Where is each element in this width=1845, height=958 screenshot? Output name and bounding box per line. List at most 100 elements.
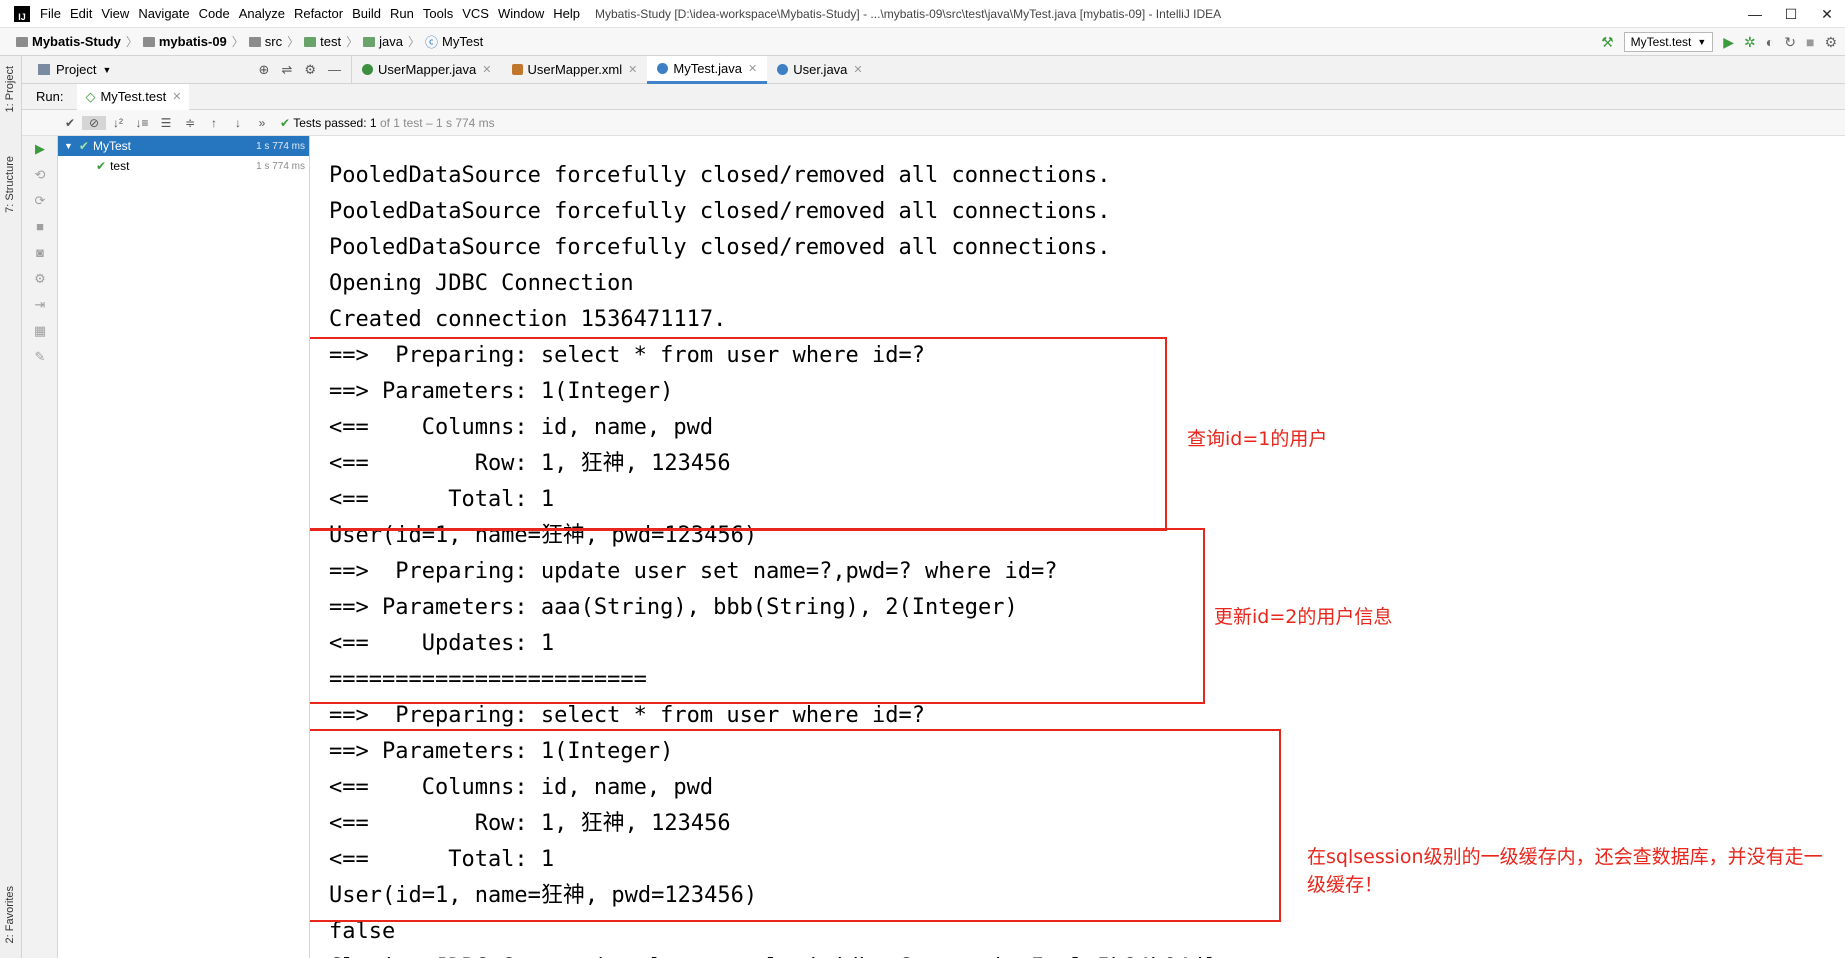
show-ignored-icon[interactable]: ⊘ [82, 115, 106, 130]
close-icon[interactable]: ✕ [628, 63, 637, 76]
menu-run[interactable]: Run [390, 6, 414, 21]
tab-usermapper-java[interactable]: UserMapper.java ✕ [352, 56, 502, 84]
collapse-icon[interactable]: ⇌ [281, 62, 292, 78]
menu-window[interactable]: Window [498, 6, 544, 21]
tree-item-mytest[interactable]: ▼ ✔ MyTest 1 s 774 ms [58, 136, 309, 156]
rerun-failed-icon[interactable]: ⟲ [22, 162, 58, 188]
close-icon[interactable]: ✕ [853, 63, 862, 76]
intellij-logo-icon: IJ [14, 5, 30, 22]
menu-vcs[interactable]: VCS [462, 6, 489, 21]
minimize-button[interactable]: — [1737, 6, 1773, 22]
menu-edit[interactable]: Edit [70, 6, 92, 21]
console-output[interactable]: PooledDataSource forcefully closed/remov… [310, 136, 1845, 958]
breadcrumb-src[interactable]: src [248, 34, 283, 49]
tab-label: User.java [793, 62, 848, 77]
xml-icon [511, 64, 523, 75]
chevron-down-icon[interactable]: ▼ [64, 141, 73, 151]
console-line: PooledDataSource forcefully closed/remov… [329, 163, 1111, 188]
breadcrumb-label: java [379, 34, 403, 49]
toggle-autotest-icon[interactable]: ⟳ [22, 188, 58, 214]
tree-item-time: 1 s 774 ms [256, 140, 305, 152]
snapshot-icon[interactable]: ◙ [22, 240, 58, 266]
next-failed-icon[interactable]: ↓ [226, 116, 250, 130]
coverage-icon[interactable]: ◐ [1766, 34, 1774, 50]
class-icon: ⓒ [425, 35, 439, 50]
project-panel-tools: ⊕ ⇌ ⚙ — [259, 62, 351, 78]
settings-icon[interactable]: ⚙ [22, 266, 58, 292]
sort-alpha-icon[interactable]: ↓² [106, 116, 130, 130]
stop-icon[interactable]: ■ [22, 214, 58, 240]
menu-refactor[interactable]: Refactor [294, 6, 343, 21]
menu-build[interactable]: Build [352, 6, 381, 21]
gear-icon[interactable]: ⚙ [304, 62, 316, 78]
menu-tools[interactable]: Tools [423, 6, 453, 21]
breadcrumb-label: src [264, 34, 283, 49]
close-icon[interactable]: ✕ [748, 62, 757, 75]
menu-bar: IJ File Edit View Navigate Code Analyze … [0, 0, 1845, 28]
breadcrumb-java[interactable]: java [363, 34, 403, 49]
sort-duration-icon[interactable]: ↓≡ [130, 116, 154, 130]
hide-icon[interactable]: — [328, 62, 341, 78]
favorites-tool-tab[interactable]: 2: Favorites [4, 886, 16, 943]
folder-icon [248, 36, 261, 47]
run-icon[interactable]: ▶ [1723, 34, 1734, 51]
breadcrumb-label: Mybatis-Study [32, 34, 121, 49]
locate-icon[interactable]: ⊕ [259, 62, 270, 78]
maximize-button[interactable]: ☐ [1773, 6, 1809, 23]
console-line: Opening JDBC Connection [329, 271, 634, 296]
window-title: Mybatis-Study [D:\idea-workspace\Mybatis… [594, 6, 1222, 21]
menu-view[interactable]: View [101, 6, 129, 21]
profile-icon[interactable]: ↻ [1784, 34, 1796, 51]
layout-icon[interactable]: ▦ [22, 318, 58, 344]
chevron-right-icon: 〉 [125, 35, 138, 49]
tab-mytest-java[interactable]: MyTest.java ✕ [647, 55, 768, 84]
tab-user-java[interactable]: User.java ✕ [767, 56, 872, 84]
console-line: Created connection 1536471117. [329, 307, 727, 332]
close-window-button[interactable]: ✕ [1809, 6, 1845, 23]
test-toolbar: ✔ ⊘ ↓² ↓≡ ☰ ≑ ↑ ↓ » ✔ Tests passed: 1 of… [22, 110, 1845, 136]
interface-icon [362, 64, 373, 75]
project-panel-header[interactable]: Project ▼ ⊕ ⇌ ⚙ — [22, 55, 352, 84]
run-config-label: MyTest.test [1630, 35, 1692, 49]
close-icon[interactable]: ✕ [482, 63, 491, 76]
breadcrumb-test[interactable]: test [304, 34, 341, 49]
breadcrumb-module[interactable]: mybatis-09 [142, 34, 227, 49]
expand-all-icon[interactable]: ☰ [154, 116, 178, 130]
pin-icon[interactable]: ✎ [22, 344, 58, 370]
structure-tool-tab[interactable]: 7: Structure [4, 156, 16, 213]
console-line: PooledDataSource forcefully closed/remov… [329, 235, 1111, 260]
rerun-icon[interactable]: ▶ [22, 136, 58, 162]
breadcrumb-project[interactable]: Mybatis-Study [16, 34, 121, 49]
tree-item-label: test [110, 159, 130, 173]
export-icon[interactable]: ⇥ [22, 292, 58, 318]
menu-file[interactable]: File [40, 6, 61, 21]
collapse-all-icon[interactable]: ≑ [178, 116, 202, 130]
breadcrumb-label: MyTest [442, 34, 484, 49]
hammer-icon[interactable]: ⚒ [1601, 34, 1614, 51]
run-tab-mytest[interactable]: ◇ MyTest.test ✕ [77, 83, 190, 110]
project-tool-tab[interactable]: 1: Project [4, 66, 16, 112]
build-icon[interactable]: ⚙ [1824, 34, 1837, 51]
tree-item-test[interactable]: ✔ test 1 s 774 ms [58, 156, 309, 176]
show-passed-icon[interactable]: ✔ [58, 116, 82, 130]
run-configuration-select[interactable]: MyTest.test ▼ [1623, 32, 1714, 52]
menu-help[interactable]: Help [553, 6, 580, 21]
debug-icon[interactable]: ✲ [1744, 34, 1756, 51]
folder-icon [16, 36, 28, 47]
annotation-box-cache [310, 729, 1281, 922]
previous-failed-icon[interactable]: ↑ [202, 116, 226, 130]
status-prefix: Tests passed: [293, 115, 367, 130]
breadcrumb-class[interactable]: ⓒ MyTest [425, 32, 483, 51]
stop-icon[interactable]: ■ [1806, 34, 1814, 50]
class-icon [657, 62, 669, 74]
menu-navigate[interactable]: Navigate [138, 6, 189, 21]
menu-analyze[interactable]: Analyze [239, 6, 285, 21]
more-icon[interactable]: » [250, 116, 274, 130]
tab-usermapper-xml[interactable]: UserMapper.xml ✕ [502, 56, 648, 84]
menu-code[interactable]: Code [199, 6, 230, 21]
tab-label: UserMapper.java [378, 62, 477, 77]
chevron-right-icon: 〉 [287, 35, 300, 49]
console-line: PooledDataSource forcefully closed/remov… [329, 199, 1111, 224]
close-icon[interactable]: ✕ [172, 90, 181, 103]
console-line: Closing JDBC Connection [com.mysql.cj.jd… [329, 950, 1216, 958]
